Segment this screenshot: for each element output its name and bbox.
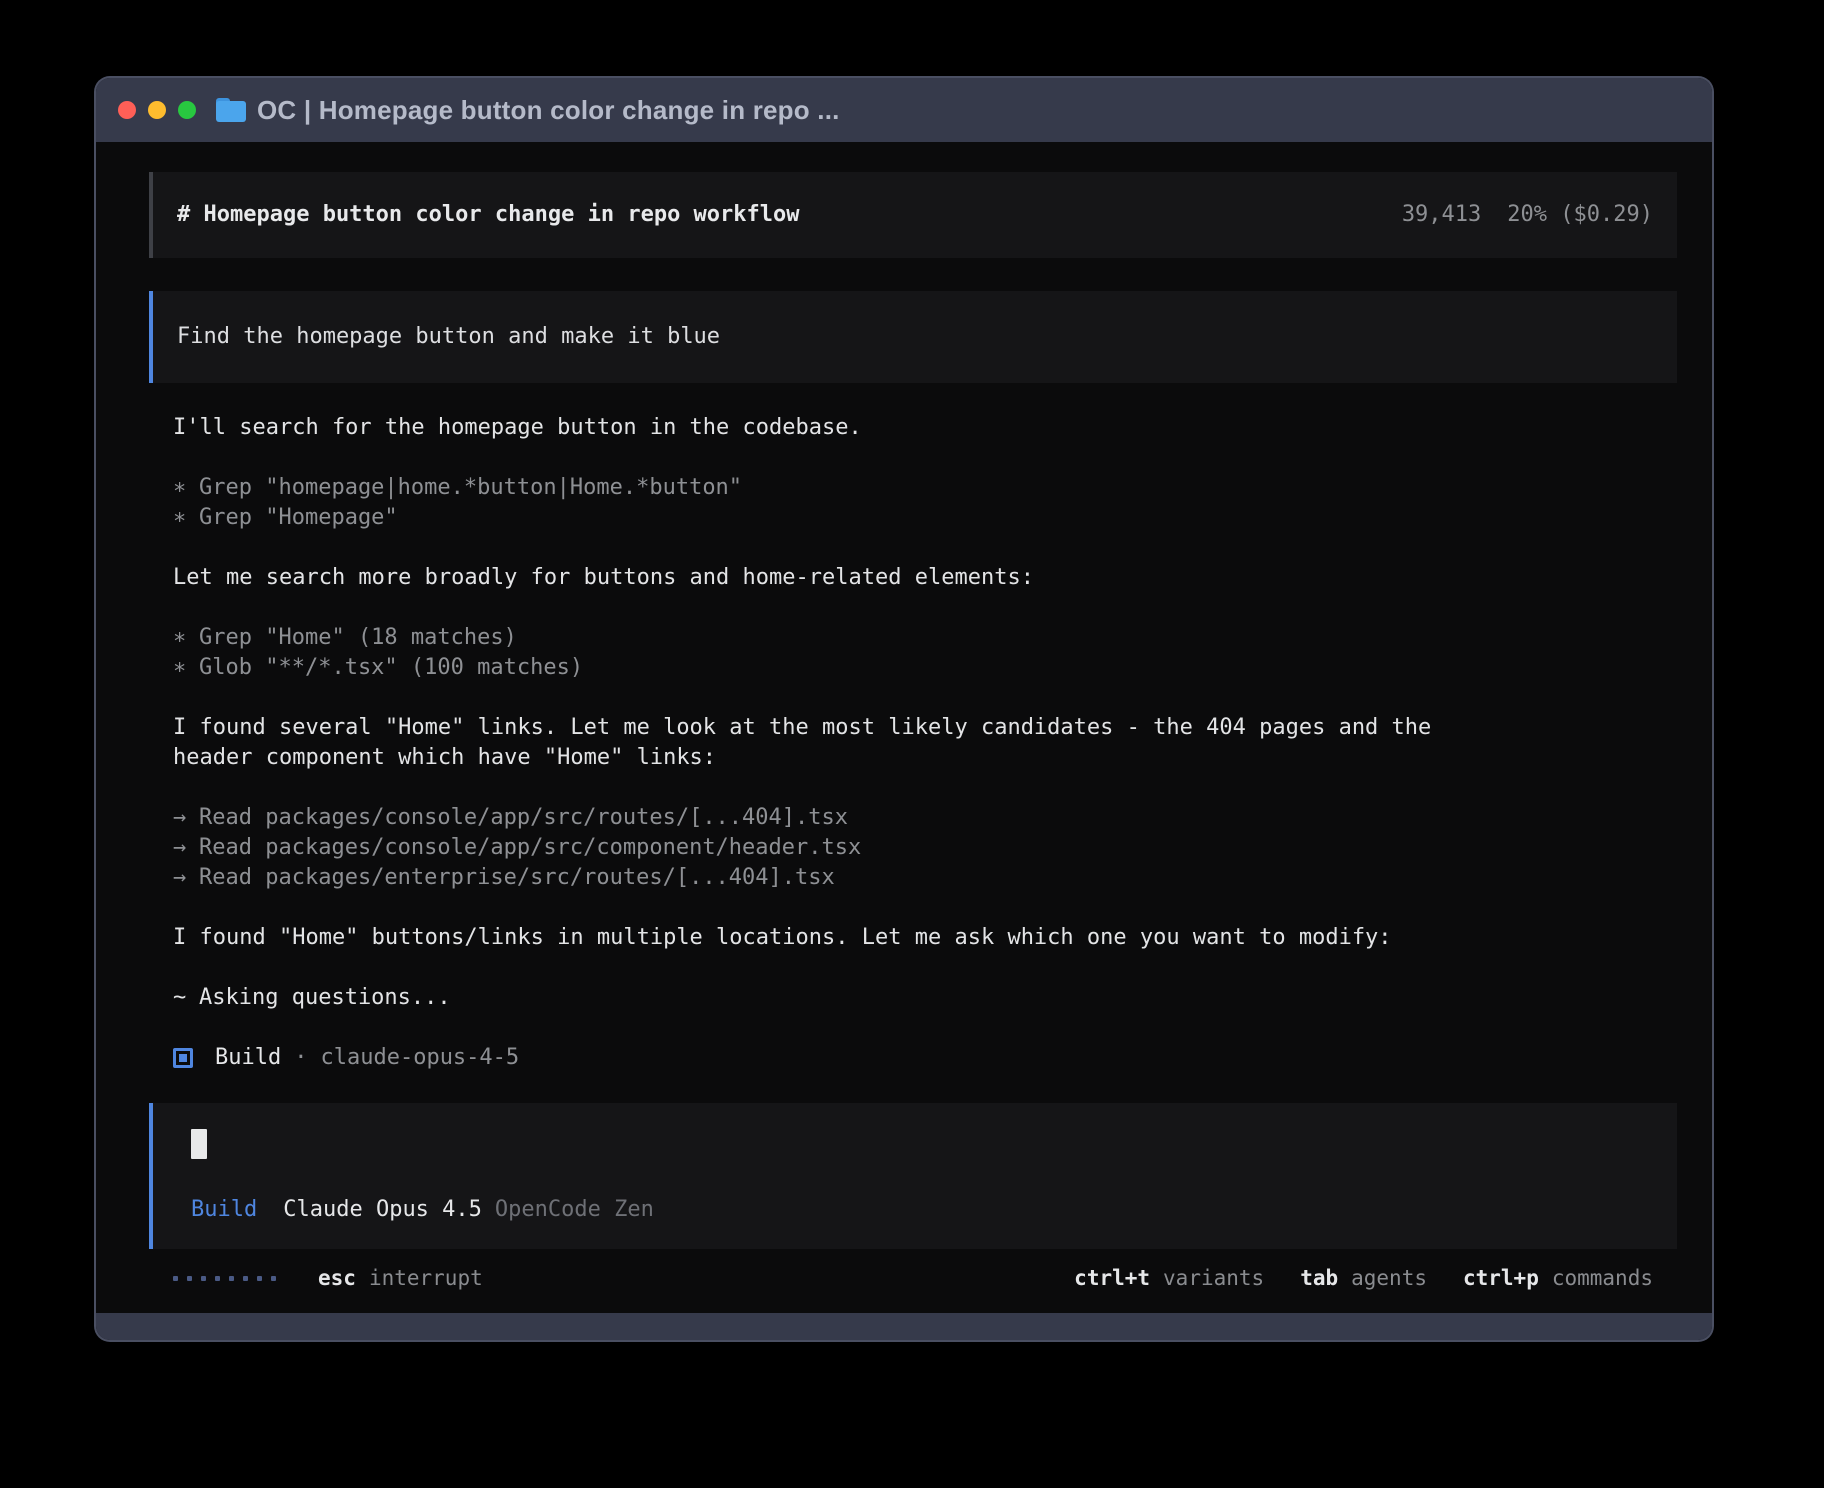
tool-call-label: Read packages/enterprise/src/routes/[...… [199,865,835,890]
tool-call-grep: ∗Grep "homepage|home.*button|Home.*butto… [173,473,1677,503]
assistant-text: I found "Home" buttons/links in multiple… [173,923,1677,953]
user-message: Find the homepage button and make it blu… [149,291,1677,383]
session-header: # Homepage button color change in repo w… [149,172,1677,258]
spinner-dot [173,1276,178,1281]
tool-call-read: →Read packages/console/app/src/routes/[.… [173,803,1677,833]
spinner-dot [201,1276,206,1281]
agents-hint: tab agents [1300,1263,1427,1293]
terminal-window: OC | Homepage button color change in rep… [96,78,1712,1340]
active-model-label[interactable]: Claude Opus 4.5 [283,1195,482,1225]
ctrl-t-key-label: ctrl+t [1074,1263,1150,1293]
folder-icon [216,98,246,122]
tool-call-label: Glob "**/*.tsx" (100 matches) [199,655,583,680]
context-usage-cost: 20% ($0.29) [1507,200,1653,230]
prompt-input[interactable]: Build Claude Opus 4.5 OpenCode Zen [149,1103,1677,1249]
keyboard-hints: ctrl+t variants tab agents ctrl+p comman… [1074,1263,1653,1293]
model-provider-label: OpenCode Zen [495,1195,654,1225]
tool-call-label: Read packages/console/app/src/routes/[..… [199,805,848,830]
window-bottom-edge [96,1313,1712,1340]
interrupt-label: interrupt [369,1263,483,1293]
model-row: Build Claude Opus 4.5 OpenCode Zen [177,1195,1653,1225]
build-agent-icon [173,1048,193,1068]
tool-call-label: Grep "Home" (18 matches) [199,625,517,650]
arrow-right-icon: → [173,833,199,863]
tool-call-label: Read packages/console/app/src/component/… [199,835,861,860]
assistant-text: I found several "Home" links. Let me loo… [173,713,1677,773]
interrupt-hint: esc interrupt [318,1263,483,1293]
traffic-lights [118,101,196,119]
tool-call-group: ∗Grep "Home" (18 matches) ∗Glob "**/*.ts… [173,623,1677,683]
status-bar: esc interrupt ctrl+t variants tab agents… [149,1263,1677,1293]
tool-call-label: Grep "Homepage" [199,505,398,530]
tool-asterisk-icon: ∗ [173,653,199,683]
window-titlebar[interactable]: OC | Homepage button color change in rep… [96,78,1712,142]
variants-label: variants [1163,1263,1264,1293]
tool-call-read: →Read packages/console/app/src/component… [173,833,1677,863]
window-title: OC | Homepage button color change in rep… [257,95,840,126]
activity-status: ~Asking questions... [173,983,1677,1013]
assistant-text: Let me search more broadly for buttons a… [173,563,1677,593]
arrow-right-icon: → [173,863,199,893]
commands-label: commands [1552,1263,1653,1293]
tool-call-label: Grep "homepage|home.*button|Home.*button… [199,475,742,500]
agent-model: claude-opus-4-5 [320,1043,519,1073]
active-agent-label[interactable]: Build [191,1195,257,1225]
tool-call-grep: ∗Grep "Home" (18 matches) [173,623,1677,653]
zoom-button[interactable] [178,101,196,119]
activity-status-text: Asking questions... [199,985,451,1010]
tool-call-group: →Read packages/console/app/src/routes/[.… [173,803,1677,893]
tilde-icon: ~ [173,983,199,1013]
spinner-dot [243,1276,248,1281]
commands-hint: ctrl+p commands [1463,1263,1653,1293]
dot-separator: · [294,1043,307,1073]
tool-asterisk-icon: ∗ [173,623,199,653]
session-stats: 39,413 20% ($0.29) [1402,200,1653,230]
variants-hint: ctrl+t variants [1074,1263,1264,1293]
tool-asterisk-icon: ∗ [173,473,199,503]
ctrl-p-key-label: ctrl+p [1463,1263,1539,1293]
agent-badge-row: Build · claude-opus-4-5 [173,1043,1677,1073]
tool-call-group: ∗Grep "homepage|home.*button|Home.*butto… [173,473,1677,533]
spinner-dot [271,1276,276,1281]
spinner-dot [229,1276,234,1281]
tab-key-label: tab [1300,1263,1338,1293]
agents-label: agents [1351,1263,1427,1293]
user-message-text: Find the homepage button and make it blu… [177,324,720,349]
minimize-button[interactable] [148,101,166,119]
session-title: # Homepage button color change in repo w… [177,200,800,230]
tool-call-grep: ∗Grep "Homepage" [173,503,1677,533]
tool-call-glob: ∗Glob "**/*.tsx" (100 matches) [173,653,1677,683]
assistant-text: I'll search for the homepage button in t… [173,413,1677,443]
assistant-output: I'll search for the homepage button in t… [149,383,1677,1073]
token-count: 39,413 [1402,200,1481,230]
arrow-right-icon: → [173,803,199,833]
text-cursor [191,1129,207,1159]
spinner-dot [187,1276,192,1281]
terminal-content[interactable]: # Homepage button color change in repo w… [96,142,1712,1313]
tool-asterisk-icon: ∗ [173,503,199,533]
spinner-dot [257,1276,262,1281]
close-button[interactable] [118,101,136,119]
spinner-dots [173,1276,276,1281]
tool-call-read: →Read packages/enterprise/src/routes/[..… [173,863,1677,893]
agent-name: Build [215,1043,281,1073]
esc-key-label: esc [318,1263,356,1293]
spinner-dot [215,1276,220,1281]
